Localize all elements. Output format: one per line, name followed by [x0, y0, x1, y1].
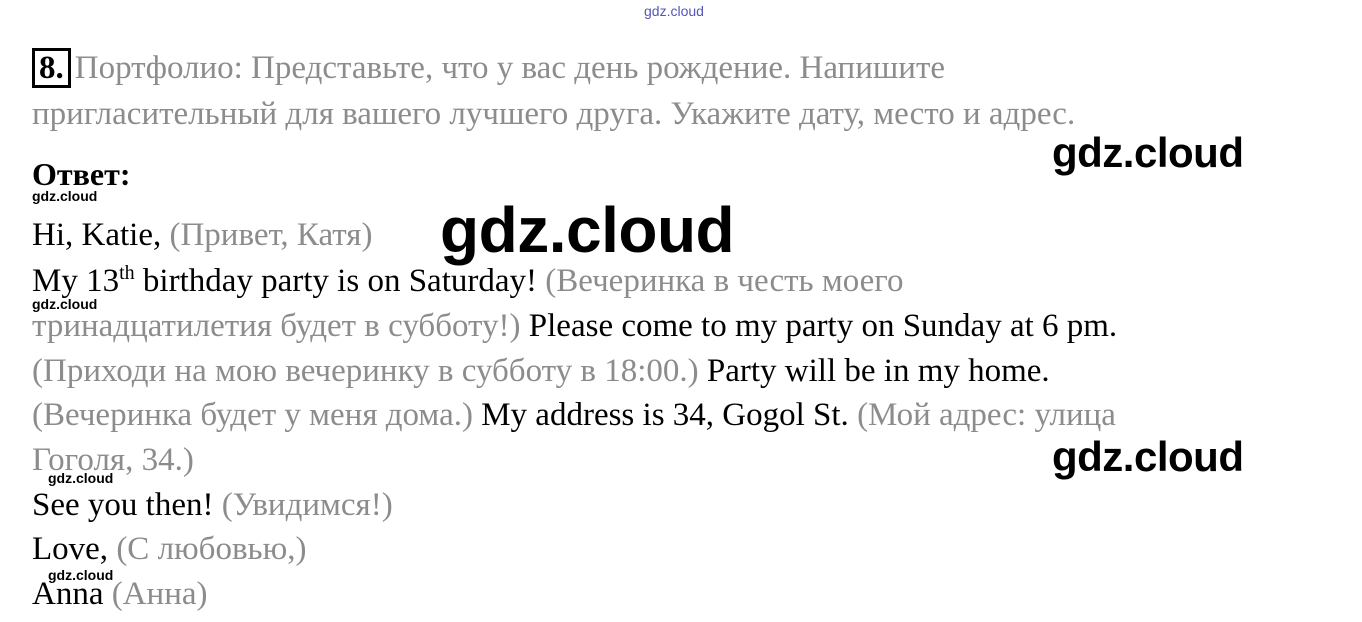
- letter-line-7: See you then! (Увидимся!): [32, 485, 393, 525]
- letter-line-2: My 13th birthday party is on Saturday! (…: [32, 261, 903, 301]
- letter-line-8: Love, (С любовью,): [32, 529, 307, 569]
- task-text-1: Портфолио: Представьте, что у вас день р…: [74, 50, 946, 86]
- watermark-big-3: gdz.cloud: [1052, 433, 1244, 480]
- letter-line-3: тринадцатилетия будет в субботу!) Please…: [32, 306, 1117, 346]
- party-date-ru: (Вечеринка в честь моего: [545, 263, 904, 299]
- watermark-big-2: gdz.cloud: [440, 194, 735, 266]
- task-line-1: 8. Портфолио: Представьте, что у вас день…: [32, 48, 945, 88]
- invite-en: Please come to my party on Sunday at 6 p…: [528, 308, 1118, 344]
- party-date-sup: th: [119, 262, 135, 284]
- address-ru: (Мой адрес: улица: [857, 397, 1116, 433]
- signature-ru: (Анна): [111, 576, 208, 612]
- invite-ru: (Приходи на мою вечеринку в субботу в 18…: [32, 353, 699, 389]
- love-ru: (С любовью,): [116, 531, 307, 567]
- address-en: My address is 34, Gogol St.: [481, 397, 849, 433]
- greeting-ru: (Привет, Катя): [169, 217, 373, 253]
- signature-en: Anna: [32, 576, 104, 612]
- task-number: 8.: [32, 48, 71, 88]
- party-date-en-a: My 13: [32, 263, 120, 299]
- page: { "watermark": { "top": "gdz.cloud", "sm…: [0, 0, 1362, 622]
- watermark-small-1: gdz.cloud: [32, 188, 98, 204]
- party-date-en-b: birthday party is on Saturday!: [134, 263, 537, 299]
- letter-line-4: (Приходи на мою вечеринку в субботу в 18…: [32, 351, 1050, 391]
- greeting-en: Hi, Katie,: [32, 217, 162, 253]
- location-ru: (Вечеринка будет у меня дома.): [32, 397, 473, 433]
- love-en: Love,: [32, 531, 109, 567]
- closing-ru: (Увидимся!): [221, 487, 393, 523]
- party-date-ru-cont: тринадцатилетия будет в субботу!): [32, 308, 521, 344]
- task-text-2: пригласительный для вашего лучшего друга…: [32, 96, 1076, 132]
- closing-en: See you then!: [32, 487, 214, 523]
- location-en: Party will be in my home.: [706, 353, 1050, 389]
- task-line-2: пригласительный для вашего лучшего друга…: [32, 94, 1075, 134]
- watermark-top: gdz.cloud: [644, 3, 704, 19]
- letter-line-1: Hi, Katie, (Привет, Катя): [32, 215, 372, 255]
- letter-line-9: Anna (Анна): [32, 574, 208, 614]
- letter-line-6: Гоголя, 34.): [32, 440, 194, 480]
- letter-line-5: (Вечеринка будет у меня дома.) My addres…: [32, 395, 1116, 435]
- address-ru-cont: Гоголя, 34.): [32, 442, 194, 478]
- watermark-big-1: gdz.cloud: [1052, 129, 1244, 176]
